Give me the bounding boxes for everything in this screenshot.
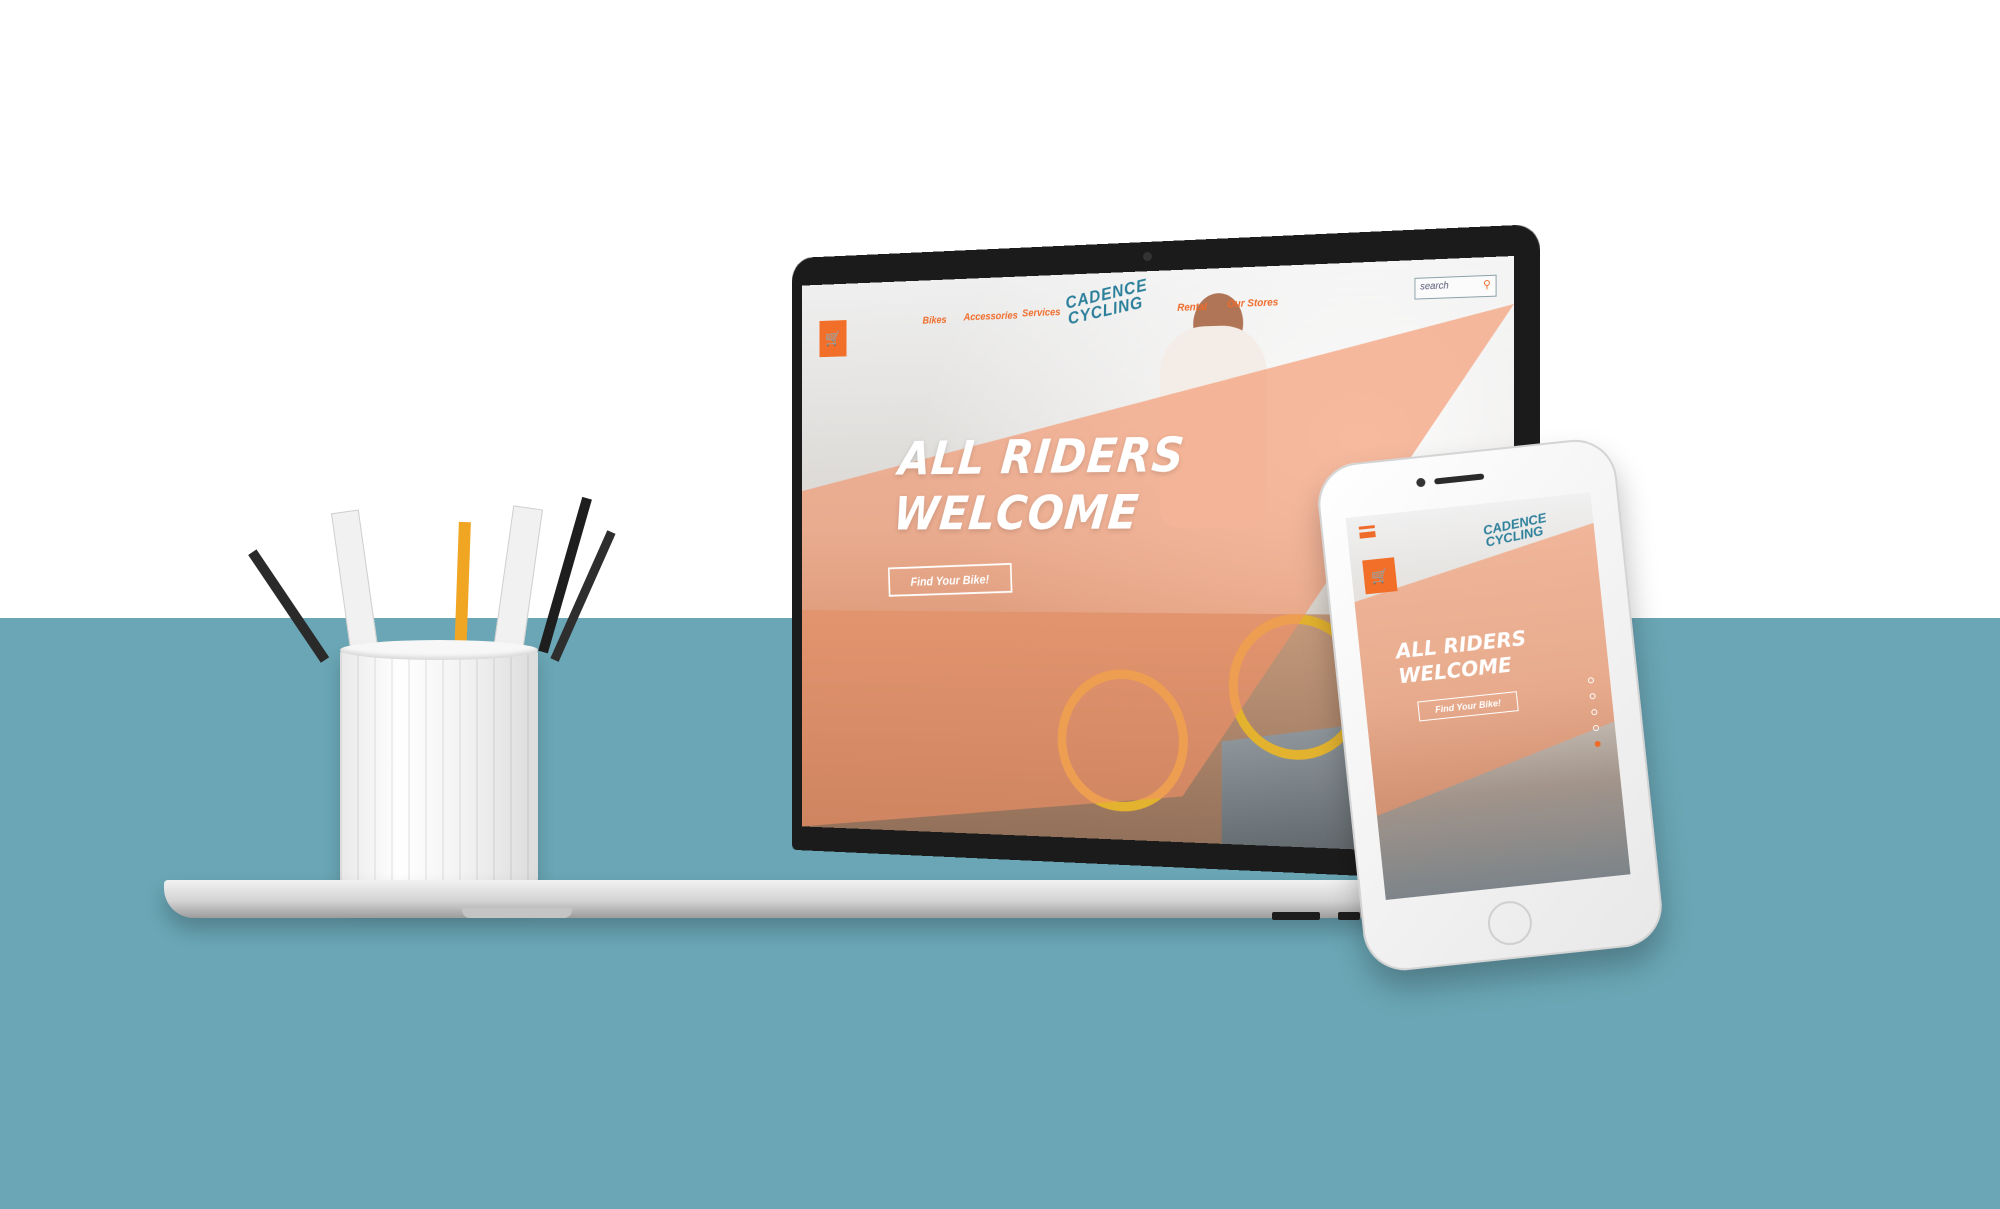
cart-icon: 🛒	[1370, 566, 1390, 585]
carousel-dot[interactable]	[1587, 677, 1595, 684]
cart-icon: 🛒	[825, 331, 841, 348]
phone-screen: 🛒 CADENCE CYCLING ALL RIDERS WELCOME Fin…	[1345, 492, 1631, 900]
hero-title-line-2: WELCOME	[891, 484, 1142, 541]
search-input[interactable]: search ⚲	[1414, 274, 1497, 300]
phone-speaker	[1434, 473, 1485, 485]
site-logo[interactable]: CADENCE CYCLING	[1064, 275, 1151, 328]
carousel-dot[interactable]	[1594, 740, 1601, 748]
nav-link-our-stores[interactable]: Our Stores	[1227, 297, 1278, 310]
phone-camera-icon	[1415, 477, 1426, 488]
phone-cart-button[interactable]: 🛒	[1362, 557, 1398, 595]
phone-home-button[interactable]	[1485, 898, 1535, 948]
nav-link-bikes[interactable]: Bikes	[923, 315, 947, 327]
search-icon[interactable]: ⚲	[1483, 278, 1491, 291]
hero-title: ALL RIDERS WELCOME	[891, 426, 1207, 542]
carousel-dot[interactable]	[1589, 692, 1596, 700]
pencil-cup	[340, 648, 538, 900]
nav-link-accessories[interactable]: Accessories	[964, 310, 1018, 323]
pencil-cup-rim	[340, 640, 538, 660]
cart-button[interactable]: 🛒	[819, 320, 847, 358]
hero-title-line-1: ALL RIDERS	[896, 427, 1188, 486]
laptop-lid-notch	[462, 908, 572, 918]
hamburger-menu-icon[interactable]	[1358, 525, 1376, 539]
phone-device: 🛒 CADENCE CYCLING ALL RIDERS WELCOME Fin…	[1314, 435, 1666, 975]
search-placeholder: search	[1420, 280, 1449, 293]
carousel-dot[interactable]	[1592, 724, 1600, 732]
usb-port-icon	[1338, 912, 1360, 920]
laptop-base	[164, 880, 1434, 918]
find-your-bike-button[interactable]: Find Your Bike!	[887, 562, 1013, 597]
carousel-dot[interactable]	[1591, 708, 1598, 716]
nav-link-rental[interactable]: Rental	[1177, 301, 1207, 314]
usb-port-icon	[1272, 912, 1320, 920]
webcam-icon	[1143, 252, 1152, 261]
nav-link-services[interactable]: Services	[1022, 307, 1060, 320]
